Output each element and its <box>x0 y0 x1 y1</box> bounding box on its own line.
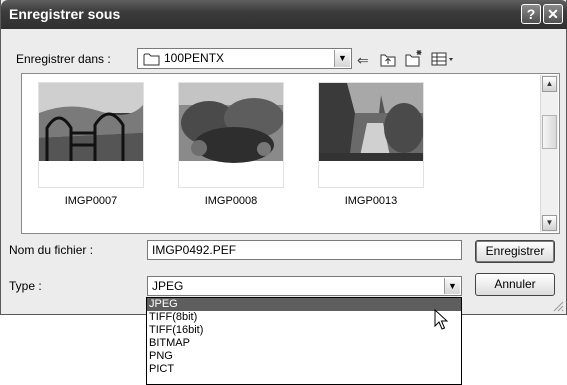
scroll-down-icon[interactable]: ▼ <box>542 215 557 231</box>
filename-field[interactable]: IMGP0492.PEF <box>147 240 462 260</box>
resize-grip-icon[interactable] <box>552 300 564 312</box>
type-option[interactable]: BITMAP <box>147 337 461 350</box>
type-option[interactable]: PNG <box>147 350 461 363</box>
type-option[interactable]: TIFF(16bit) <box>147 324 461 337</box>
up-folder-icon[interactable] <box>380 52 396 70</box>
close-icon: ✕ <box>547 6 559 22</box>
filename-label: Nom du fichier : <box>9 243 94 257</box>
save-in-combo[interactable]: 100PENTX ▼ <box>137 48 352 69</box>
save-in-label: Enregistrer dans : <box>16 52 111 66</box>
chevron-down-icon[interactable]: ▼ <box>334 50 350 67</box>
type-value: JPEG <box>152 279 184 293</box>
vertical-scrollbar[interactable]: ▲ ▼ <box>540 75 558 232</box>
title-bar: Enregistrer sous ? ✕ <box>1 0 567 29</box>
folder-icon <box>143 52 160 69</box>
help-button[interactable]: ? <box>521 4 541 24</box>
file-name: IMGP0007 <box>64 195 118 207</box>
file-list[interactable]: IMGP0007 IMGP0008 IMGP0013 ▲ ▼ <box>21 73 560 234</box>
type-option[interactable]: JPEG <box>147 298 461 311</box>
file-name: IMGP0013 <box>344 195 398 207</box>
file-thumbnail[interactable] <box>38 82 144 188</box>
file-thumbnail[interactable] <box>318 82 424 188</box>
scrollbar-thumb[interactable] <box>542 115 557 149</box>
back-arrow-icon[interactable]: ⇐ <box>357 52 369 69</box>
new-folder-icon[interactable] <box>405 49 423 70</box>
file-name: IMGP0008 <box>204 195 258 207</box>
save-in-value: 100PENTX <box>164 51 225 65</box>
save-as-dialog: Enregistrer sous ? ✕ Enregistrer dans : … <box>0 0 567 315</box>
type-option[interactable]: TIFF(8bit) <box>147 311 461 324</box>
filename-value: IMGP0492.PEF <box>152 243 237 257</box>
type-dropdown-list[interactable]: JPEG TIFF(8bit) TIFF(16bit) BITMAP PNG P… <box>146 297 462 385</box>
scroll-up-icon[interactable]: ▲ <box>542 76 557 92</box>
mouse-pointer-icon <box>434 309 448 330</box>
type-label: Type : <box>9 279 42 293</box>
type-option[interactable]: PICT <box>147 363 461 376</box>
type-select[interactable]: JPEG ▼ <box>147 276 462 296</box>
save-button[interactable]: Enregistrer <box>475 240 555 263</box>
chevron-down-icon[interactable]: ▼ <box>444 278 460 294</box>
close-button[interactable]: ✕ <box>543 4 563 24</box>
cancel-button[interactable]: Annuler <box>475 273 555 296</box>
file-thumbnail[interactable] <box>178 82 284 188</box>
dialog-title: Enregistrer sous <box>9 6 121 22</box>
view-menu-icon[interactable] <box>431 52 455 69</box>
help-icon: ? <box>526 6 536 22</box>
